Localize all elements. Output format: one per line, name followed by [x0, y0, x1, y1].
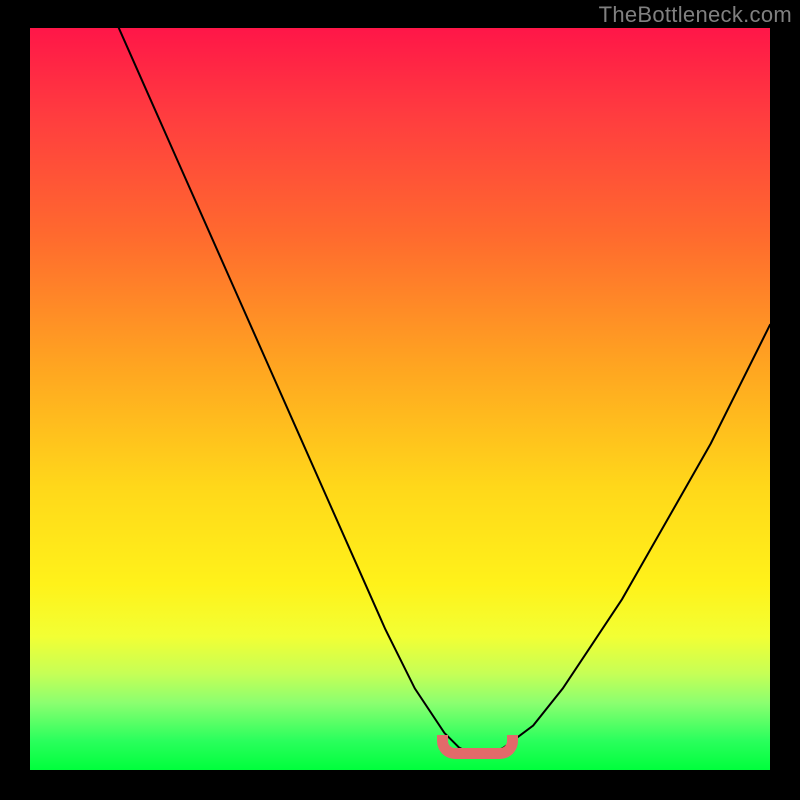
- plot-area: [30, 28, 770, 770]
- curve-layer: [30, 28, 770, 770]
- trough-marker: [437, 735, 518, 759]
- bottleneck-curve: [119, 28, 770, 755]
- chart-container: TheBottleneck.com: [0, 0, 800, 800]
- watermark-text: TheBottleneck.com: [599, 2, 792, 28]
